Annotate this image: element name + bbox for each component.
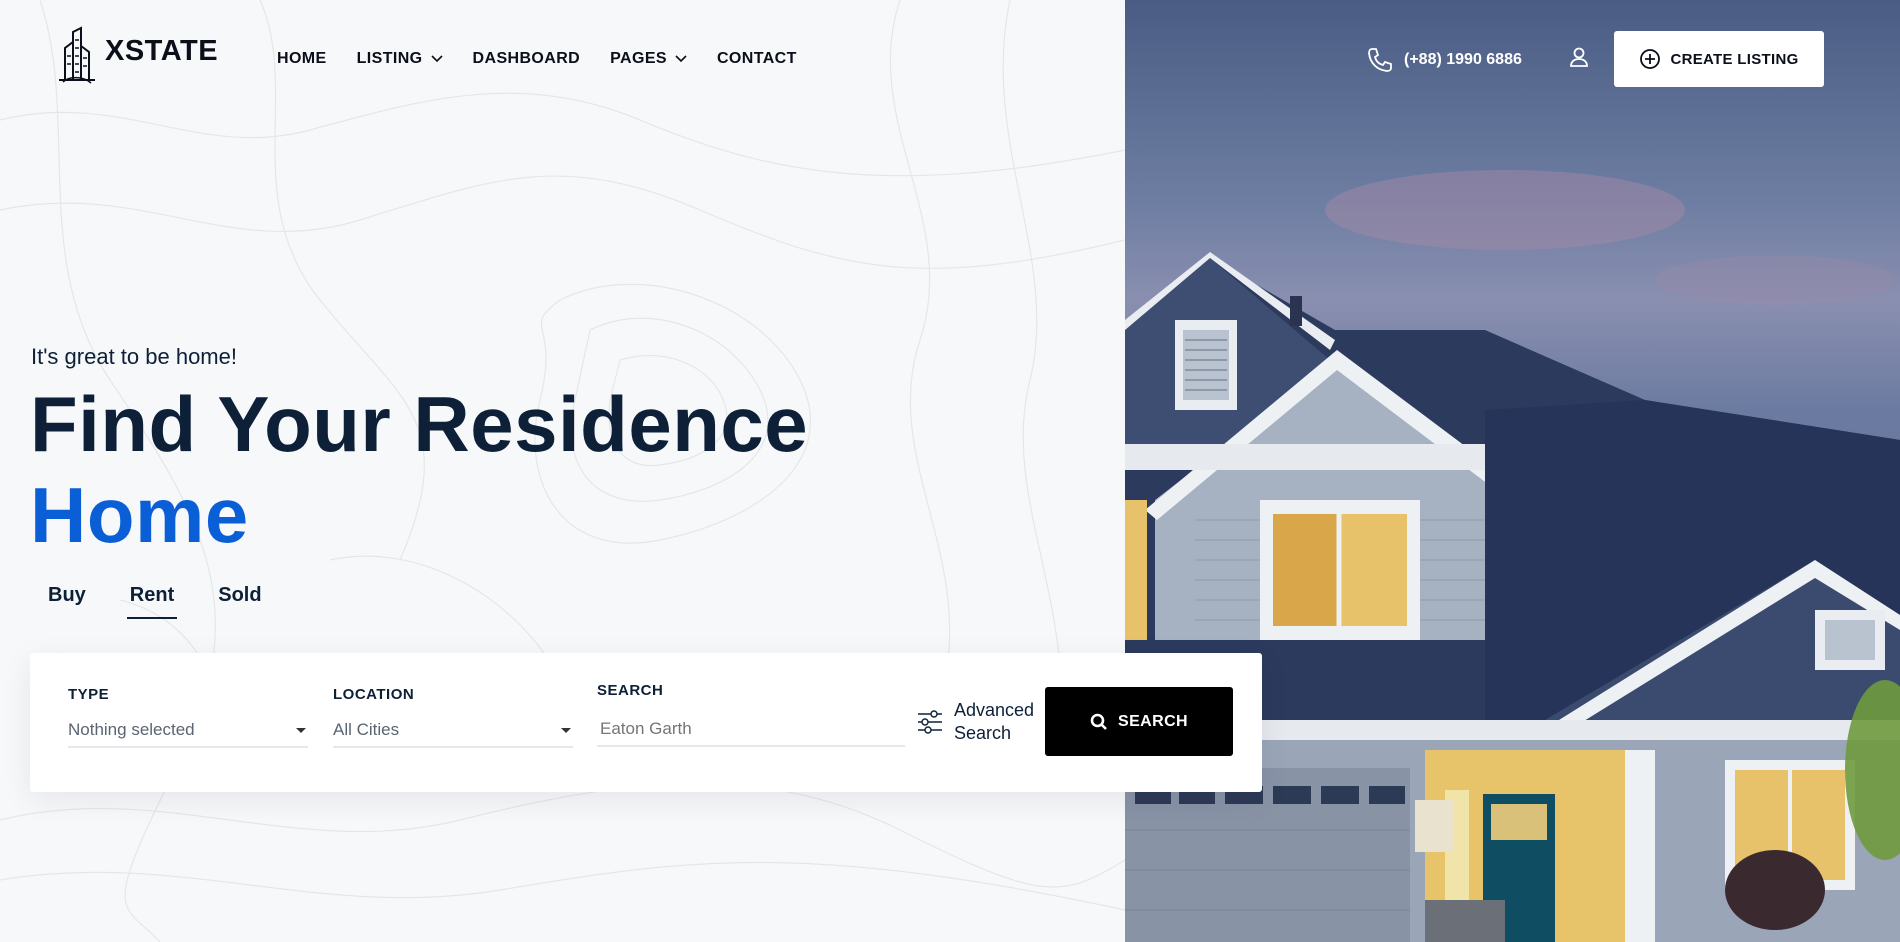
location-field: LOCATION All Cities xyxy=(333,686,573,748)
search-input[interactable] xyxy=(597,719,905,739)
search-panel: TYPE Nothing selected LOCATION All Citie… xyxy=(30,653,1262,792)
nav-pages[interactable]: PAGES xyxy=(610,50,687,68)
nav-home-label: HOME xyxy=(277,50,327,67)
create-listing-label: CREATE LISTING xyxy=(1670,50,1799,68)
tab-buy[interactable]: Buy xyxy=(45,584,89,619)
hero-headline-accent: Home xyxy=(30,471,249,559)
create-listing-button[interactable]: CREATE LISTING xyxy=(1614,31,1824,87)
nav-home[interactable]: HOME xyxy=(277,50,327,68)
tab-rent[interactable]: Rent xyxy=(126,584,178,619)
nav-listing-label: LISTING xyxy=(356,50,423,67)
brand-logo[interactable]: XSTATE xyxy=(55,26,218,84)
type-select[interactable]: Nothing selected xyxy=(68,714,308,748)
tab-sold[interactable]: Sold xyxy=(215,584,264,619)
hero-tagline: It's great to be home! xyxy=(31,344,237,369)
building-icon xyxy=(59,26,95,84)
hero-headline: Find Your Residence xyxy=(30,380,809,468)
nav-contact[interactable]: CONTACT xyxy=(717,50,797,68)
location-label: LOCATION xyxy=(333,686,415,703)
nav-dashboard-label: DASHBOARD xyxy=(472,50,581,67)
advanced-search-toggle[interactable]: Advanced Search xyxy=(916,699,1034,744)
nav-listing[interactable]: LISTING xyxy=(357,50,443,68)
chevron-down-icon xyxy=(430,55,443,63)
search-label: SEARCH xyxy=(597,682,664,699)
phone-link[interactable]: (+88) 1990 6886 xyxy=(1366,46,1522,74)
chevron-down-icon xyxy=(675,55,687,63)
caret-down-icon xyxy=(296,727,306,733)
type-value: Nothing selected xyxy=(68,720,195,739)
user-icon[interactable] xyxy=(1568,46,1590,68)
site-header: XSTATE HOME LISTING DASHBOARD PAGES CONT… xyxy=(0,0,1900,120)
nav-contact-label: CONTACT xyxy=(716,50,797,67)
location-select[interactable]: All Cities xyxy=(333,714,573,748)
nav-pages-label: PAGES xyxy=(610,50,667,67)
phone-number: (+88) 1990 6886 xyxy=(1404,51,1522,68)
sliders-icon xyxy=(918,709,942,734)
listing-type-tabs: Buy Rent Sold xyxy=(45,584,265,619)
advanced-search-line2: Search xyxy=(954,722,1012,743)
advanced-search-line1: Advanced xyxy=(954,700,1035,720)
search-input-wrap xyxy=(597,713,905,747)
search-icon xyxy=(1090,713,1107,730)
type-label: TYPE xyxy=(68,686,110,703)
phone-icon xyxy=(1368,48,1392,72)
advanced-search-label: Advanced Search xyxy=(954,699,1034,744)
brand-name: XSTATE xyxy=(105,34,219,67)
nav-dashboard[interactable]: DASHBOARD xyxy=(473,50,581,68)
search-submit-button[interactable]: SEARCH xyxy=(1045,687,1233,756)
main-nav: HOME LISTING DASHBOARD PAGES CONTACT xyxy=(277,50,827,68)
plus-circle-icon xyxy=(1640,49,1661,69)
hero-house-image xyxy=(1125,0,1900,942)
caret-down-icon xyxy=(561,727,571,733)
type-field: TYPE Nothing selected xyxy=(68,686,308,748)
location-value: All Cities xyxy=(333,720,400,739)
search-field: SEARCH xyxy=(597,682,905,747)
search-submit-label: SEARCH xyxy=(1118,712,1188,730)
